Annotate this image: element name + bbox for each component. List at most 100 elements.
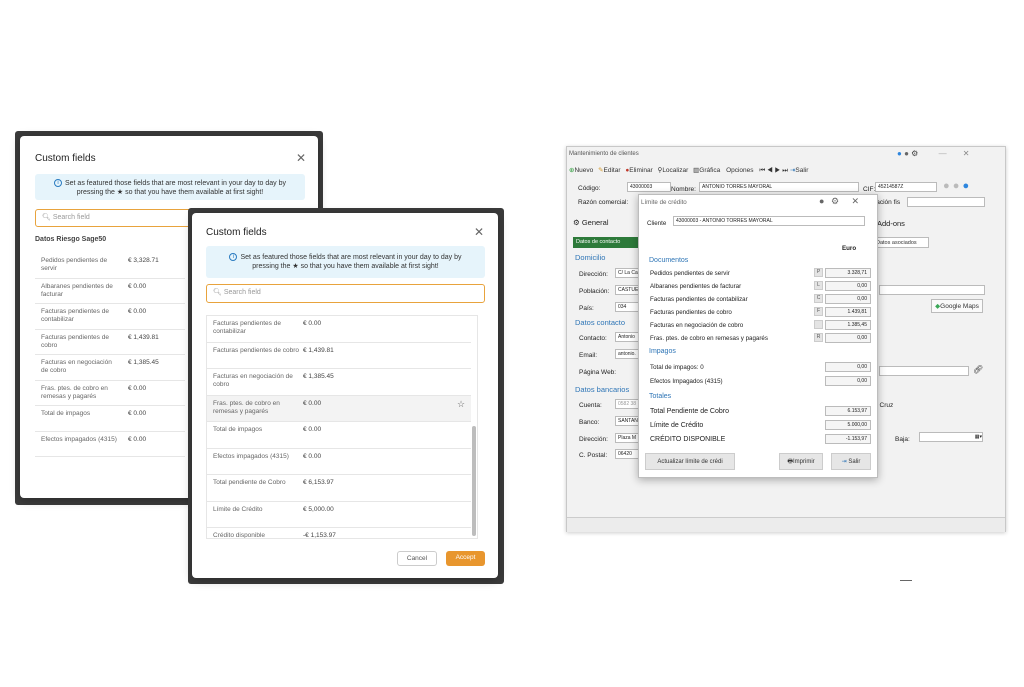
gear-icon[interactable]: ⚙	[911, 149, 918, 158]
codigo-field[interactable]: 43000003	[627, 182, 671, 192]
baja-label: Baja:	[895, 436, 910, 443]
imprimir-button[interactable]: 🖶Imprimir	[779, 453, 823, 470]
nav-last-icon[interactable]: ⏭	[782, 167, 788, 174]
tab-addons[interactable]: Add-ons	[877, 219, 905, 228]
cancel-button[interactable]: Cancel	[397, 551, 437, 566]
limit-label: Límite de Crédito	[650, 422, 704, 429]
subtab-contacto[interactable]: Datos de contacto	[573, 237, 641, 248]
info-banner: i Set as featured those fields that are m…	[206, 246, 485, 278]
field-row[interactable]: Facturas pendientes de contabilizar € 0.0…	[207, 316, 471, 343]
toolbar-localizar[interactable]: Localizar	[662, 167, 688, 174]
field-row[interactable]: Efectos impagados (4315) € 0.00	[35, 432, 185, 457]
accept-button[interactable]: Accept	[446, 551, 485, 566]
field-label: Facturas pendientes de cobro	[213, 346, 299, 354]
field-row[interactable]: Facturas pendientes de cobro € 1,439.81	[207, 343, 471, 369]
field-row[interactable]: Albaranes pendientes de facturar € 0.00	[35, 279, 185, 304]
email-field[interactable]: antonio.	[615, 349, 639, 359]
close-icon[interactable]: ✕	[296, 151, 306, 165]
cif-field[interactable]: 45214587Z	[875, 182, 937, 192]
field-row[interactable]: Total de impagos € 0.00	[207, 422, 471, 449]
banco-field[interactable]: SANTAN	[615, 416, 639, 426]
field-row[interactable]: Facturas pendientes de cobro € 1,439.81	[35, 330, 185, 355]
field-value: € 0.00	[128, 435, 147, 443]
tab-general[interactable]: ⚙ General	[573, 218, 609, 227]
scrollbar[interactable]	[472, 426, 476, 536]
documentos-list: Pedidos pendientes de servir P 3.328,71 Alb…	[639, 267, 879, 345]
link-icon[interactable]: 🔗︎	[973, 365, 983, 374]
toolbar-editar[interactable]: Editar	[604, 167, 621, 174]
field-label: Límite de Crédito	[213, 505, 263, 513]
exit-icon: ⇥	[841, 459, 847, 465]
back-field-list: Pedidos pendientes de servir € 3,328.71 Al…	[35, 253, 185, 463]
limit-label: Albaranes pendientes de facturar	[650, 283, 742, 290]
toolbar-nuevo[interactable]: Nuevo	[574, 167, 593, 174]
close-icon[interactable]: ✕	[852, 196, 860, 206]
gear-icon[interactable]: ⚙	[831, 196, 839, 206]
section-title: Datos Riesgo Sage50	[35, 236, 107, 243]
status-icon-3[interactable]: ●	[962, 180, 969, 192]
toolbar-salir[interactable]: Salir	[795, 167, 808, 174]
custom-fields-dialog-front: Custom fields ✕ i Set as featured those f…	[192, 213, 498, 578]
field-row[interactable]: Total pendiente de Cobro € 6,153.97	[207, 475, 471, 502]
field-label: Facturas pendientes de cobro	[41, 333, 109, 349]
cpostal-field[interactable]: 06420	[615, 449, 639, 459]
nombre-field[interactable]: ANTONIO TORRES MAYORAL	[699, 182, 859, 192]
field-row[interactable]: Facturas en negociación de cobro € 1,385.…	[35, 355, 185, 381]
limit-label: Fras. ptes. de cobro en remesas y pagaré…	[650, 335, 768, 342]
facturacion-select[interactable]	[907, 197, 985, 207]
field-row[interactable]: Facturas en negociación de cobro € 1,385.…	[207, 369, 471, 396]
field-row[interactable]: Efectos impagados (4315) € 0.00	[207, 449, 471, 475]
status-icon-1[interactable]: ●	[943, 180, 950, 192]
status-icons: ● ● ●	[943, 180, 969, 192]
salir-button[interactable]: ⇥ Salir	[831, 453, 871, 470]
nav-next-icon[interactable]: ▶	[775, 167, 781, 174]
help-icon[interactable]: ●	[819, 196, 824, 206]
limit-label: Facturas pendientes de cobro	[650, 309, 732, 316]
limit-row: Efectos Impagados (4315) 0,00	[639, 375, 879, 389]
field-row[interactable]: Límite de Crédito € 5,000.00	[207, 502, 471, 528]
contacto-field[interactable]: Antonio	[615, 332, 639, 342]
direccion2-field[interactable]: Plaza M	[615, 433, 639, 443]
close-icon[interactable]: ✕	[963, 149, 970, 158]
pais-field[interactable]: 034	[615, 302, 639, 312]
nombre-label: Nombre:	[671, 186, 696, 193]
google-maps-button[interactable]: ◆Google Maps	[931, 299, 983, 313]
poblacion-field[interactable]: CASTUE	[615, 285, 639, 295]
poblacion-right-field[interactable]	[879, 285, 985, 295]
info-icon[interactable]: ●	[897, 149, 902, 158]
documentos-heading: Documentos	[649, 257, 689, 264]
direccion-field[interactable]: C/ La Ca	[615, 268, 639, 278]
limit-value-field: 0,00	[825, 333, 871, 343]
search-input[interactable]: 🔍︎ Search field	[206, 284, 485, 303]
field-label: Fras. ptes. de cobro en remesas y pagaré…	[41, 384, 108, 400]
toolbar-eliminar[interactable]: Eliminar	[629, 167, 652, 174]
status-icon-2[interactable]: ●	[953, 180, 960, 192]
field-label: Fras. ptes. de cobro en remesas y pagaré…	[213, 399, 280, 415]
impagos-list: Total de impagos: 0 0,00 Efectos Impagados…	[639, 361, 879, 389]
web-field[interactable]	[879, 366, 969, 376]
close-icon[interactable]: ✕	[474, 225, 484, 239]
letter-badge: F	[814, 307, 823, 316]
minimize-icon[interactable]: —	[939, 149, 947, 158]
toolbar-grafica[interactable]: Gráfica	[699, 167, 720, 174]
field-row[interactable]: Total de impagos € 0.00	[35, 406, 185, 432]
nav-prev-icon[interactable]: ◀	[767, 167, 773, 174]
field-row[interactable]: Crédito disponible -€ 1,153.97	[207, 528, 471, 538]
subtab-asociados[interactable]: Datos asociados	[871, 237, 929, 248]
field-row[interactable]: Fras. ptes. de cobro en remesas y pagaré…	[207, 395, 471, 422]
toolbar-opciones[interactable]: Opciones	[726, 167, 753, 174]
cuenta-field[interactable]: 0582 38	[615, 399, 639, 409]
window-controls: ● ● ⚙ — ✕	[897, 149, 970, 158]
nav-first-icon[interactable]: ⏮	[759, 167, 765, 174]
help-icon[interactable]: ●	[904, 149, 909, 158]
letter-badge: L	[814, 281, 823, 290]
euro-header: Euro	[842, 245, 857, 252]
actualizar-button[interactable]: Actualizar límite de crédi	[645, 453, 735, 470]
baja-field[interactable]: ▦▾	[919, 432, 983, 442]
field-row[interactable]: Pedidos pendientes de servir € 3,328.71	[35, 253, 185, 279]
field-row[interactable]: Facturas pendientes de contabilizar € 0.0…	[35, 304, 185, 330]
star-icon[interactable]: ☆	[457, 399, 465, 410]
field-label: Facturas pendientes de contabilizar	[213, 320, 281, 335]
field-row[interactable]: Fras. ptes. de cobro en remesas y pagaré…	[35, 381, 185, 406]
limit-row: Total Pendiente de Cobro 6.153,97	[639, 405, 879, 419]
